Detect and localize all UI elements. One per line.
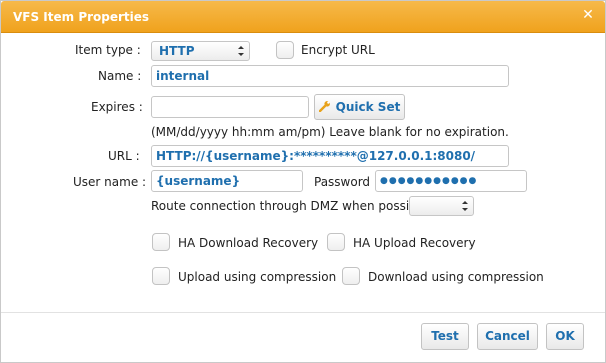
download-compression-label: Download using compression (368, 270, 544, 284)
upload-compression-checkbox[interactable] (152, 267, 170, 285)
encrypt-url-checkbox[interactable] (276, 41, 294, 59)
quick-set-button[interactable]: Quick Set (314, 94, 405, 120)
url-label: URL : (108, 149, 140, 163)
test-button[interactable]: Test (421, 323, 469, 350)
select-arrows-icon (238, 46, 244, 56)
dialog-titlebar[interactable]: VFS Item Properties ✕ (1, 1, 605, 33)
name-field[interactable]: internal (151, 65, 509, 87)
vfs-item-properties-dialog: VFS Item Properties ✕ Item type : HTTP E… (0, 0, 606, 363)
name-label: Name : (98, 69, 142, 83)
ok-button[interactable]: OK (546, 323, 584, 350)
item-type-label: Item type : (75, 43, 141, 57)
ha-download-recovery-label: HA Download Recovery (178, 236, 319, 250)
password-field[interactable]: ●●●●●●●●●●● (375, 170, 527, 192)
close-icon[interactable]: ✕ (581, 8, 595, 22)
dialog-title: VFS Item Properties (13, 10, 150, 24)
password-label: Password : (314, 175, 378, 189)
ha-upload-recovery-checkbox[interactable] (327, 233, 345, 251)
expires-field[interactable] (151, 96, 309, 118)
select-arrows-icon (462, 201, 468, 211)
url-field[interactable]: HTTP://{username}:**********@127.0.0.1:8… (151, 145, 509, 167)
upload-compression-label: Upload using compression (178, 270, 337, 284)
user-name-label: User name : (73, 175, 147, 189)
expires-label: Expires : (91, 100, 143, 114)
download-compression-checkbox[interactable] (342, 267, 360, 285)
dmz-select[interactable] (409, 196, 474, 216)
cancel-button[interactable]: Cancel (477, 323, 538, 350)
ha-download-recovery-checkbox[interactable] (152, 233, 170, 251)
dmz-label: Route connection through DMZ when possib… (151, 199, 436, 213)
item-type-select[interactable]: HTTP (151, 41, 250, 61)
user-name-field[interactable]: {username} (151, 170, 303, 192)
ha-upload-recovery-label: HA Upload Recovery (353, 236, 476, 250)
expires-hint: (MM/dd/yyyy hh:mm am/pm) Leave blank for… (151, 125, 509, 139)
quick-set-label: Quick Set (335, 100, 401, 114)
item-type-value: HTTP (159, 44, 195, 58)
wrench-icon (318, 101, 330, 112)
encrypt-url-label: Encrypt URL (301, 43, 375, 57)
